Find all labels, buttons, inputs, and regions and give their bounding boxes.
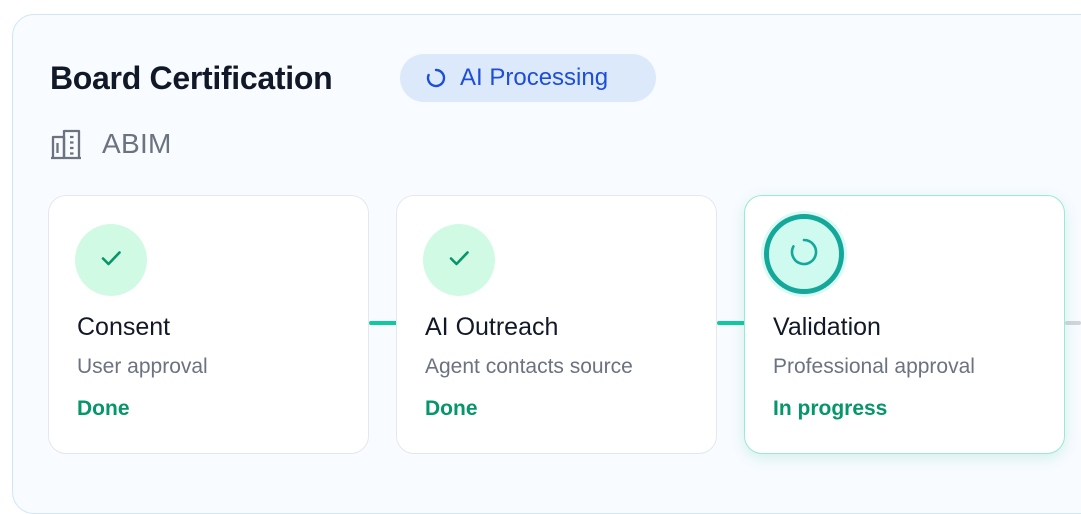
spinner-icon	[425, 67, 447, 89]
organization-name: ABIM	[102, 128, 172, 159]
step-connector-complete	[717, 321, 746, 325]
step-status: In progress	[773, 397, 888, 420]
step-status: Done	[425, 397, 478, 420]
status-badge-label: AI Processing	[460, 64, 609, 91]
step-description: Agent contacts source	[425, 355, 633, 378]
step-title: Validation	[773, 313, 881, 341]
step-connector-complete	[369, 321, 398, 325]
organization: ABIM	[49, 127, 172, 161]
step-title: Consent	[77, 313, 171, 341]
step-card-validation[interactable]: Validation Professional approval In prog…	[744, 195, 1065, 454]
spinner-icon	[788, 236, 820, 273]
step-description: User approval	[77, 355, 208, 378]
step-card-ai-outreach[interactable]: AI Outreach Agent contacts source Done	[396, 195, 717, 454]
step-indicator	[423, 224, 495, 296]
step-indicator-active	[764, 214, 844, 294]
building-icon	[49, 127, 83, 161]
step-connector-pending	[1065, 321, 1081, 325]
step-description: Professional approval	[773, 355, 975, 378]
check-icon	[444, 243, 474, 278]
step-title: AI Outreach	[425, 313, 559, 341]
page-title: Board Certification	[50, 60, 333, 96]
check-icon	[96, 243, 126, 278]
status-badge: AI Processing	[400, 54, 656, 102]
step-indicator	[75, 224, 147, 296]
step-card-consent[interactable]: Consent User approval Done	[48, 195, 369, 454]
step-status: Done	[77, 397, 130, 420]
